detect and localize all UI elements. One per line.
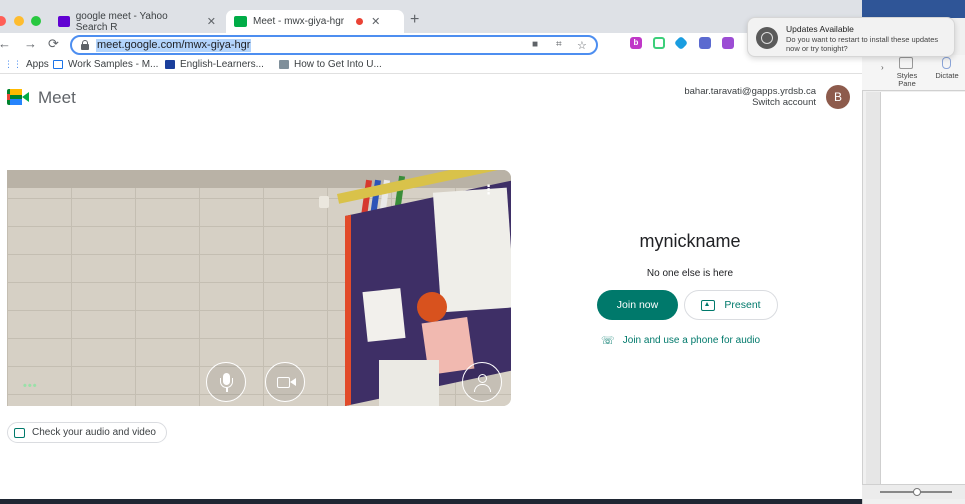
- account-info: bahar.taravati@gapps.yrdsb.ca Switch acc…: [684, 86, 816, 108]
- word-document-page[interactable]: [880, 92, 965, 484]
- browser-toolbar: ← → ⟳ meet.google.com/mwx-giya-hgr ■ ⌗ ☆…: [0, 33, 862, 57]
- apps-grid-icon: ⋮⋮: [4, 59, 22, 69]
- check-audio-video-button[interactable]: Check your audio and video: [7, 422, 167, 443]
- close-tab-icon[interactable]: ✕: [207, 15, 216, 28]
- styles-pane-icon[interactable]: [899, 57, 913, 69]
- zoom-window-button[interactable]: [31, 16, 41, 26]
- person-effects-icon: [478, 374, 487, 383]
- dictate-icon[interactable]: [942, 57, 951, 69]
- check-label: Check your audio and video: [32, 427, 156, 438]
- video-preview: ⋮ •••: [7, 170, 511, 406]
- doc-icon: [53, 60, 63, 69]
- avatar[interactable]: B: [826, 85, 850, 109]
- close-tab-icon[interactable]: ✕: [371, 15, 380, 28]
- check-device-icon: [14, 427, 25, 438]
- tab-yahoo-search[interactable]: google meet - Yahoo Search R ✕: [50, 10, 224, 33]
- camera-indicator-icon[interactable]: ■: [532, 39, 538, 50]
- forward-icon[interactable]: →: [24, 36, 37, 51]
- recording-dot-icon: [356, 18, 364, 25]
- bookmark-english-learners[interactable]: English-Learners...: [165, 59, 264, 70]
- extension-diamond-icon[interactable]: [673, 35, 689, 51]
- bookmark-work-samples[interactable]: Work Samples - M...: [53, 59, 158, 70]
- join-by-phone-link[interactable]: ☏ Join and use a phone for audio: [601, 334, 760, 347]
- software-update-icon: [756, 27, 778, 49]
- background-effects-button[interactable]: [462, 362, 502, 402]
- notification-body: Do you want to restart to install these …: [786, 35, 939, 53]
- switch-account-link[interactable]: Switch account: [684, 97, 816, 108]
- extension-b-icon[interactable]: b: [630, 37, 642, 49]
- lock-icon: [81, 40, 89, 50]
- tab-meet[interactable]: Meet - mwx-giya-hgr ✕: [226, 10, 404, 33]
- more-options-icon[interactable]: ⋮: [482, 182, 495, 198]
- tab-title: Meet - mwx-giya-hgr: [253, 16, 345, 27]
- word-title-bar: [862, 0, 965, 18]
- meet-logo-icon: [7, 89, 29, 105]
- word-ribbon: › Styles Pane Dictate: [862, 55, 965, 91]
- present-button[interactable]: Present: [684, 290, 778, 320]
- close-window-button[interactable]: [0, 16, 6, 26]
- account-email: bahar.taravati@gapps.yrdsb.ca: [684, 86, 816, 97]
- display-name: mynickname: [639, 231, 741, 251]
- bookmark-apps[interactable]: ⋮⋮ Apps: [4, 59, 49, 70]
- update-notification[interactable]: Updates Available Do you want to restart…: [747, 17, 955, 57]
- join-now-button[interactable]: Join now: [597, 290, 678, 320]
- thumbnail-icon: [279, 60, 289, 69]
- bookmarks-bar: ⋮⋮ Apps Work Samples - M... English-Lear…: [0, 57, 862, 74]
- meeting-status: No one else is here: [646, 268, 734, 279]
- audio-level-icon: •••: [23, 380, 38, 392]
- product-name: Meet: [38, 88, 76, 107]
- new-tab-icon[interactable]: +: [410, 11, 419, 29]
- extension-grammar-icon[interactable]: [653, 37, 665, 49]
- bookmark-how-to-get-into[interactable]: How to Get Into U...: [279, 59, 382, 70]
- extension-puzzle-icon[interactable]: [722, 37, 734, 49]
- site-icon: [165, 60, 175, 69]
- bookmark-label: English-Learners...: [180, 59, 264, 70]
- bookmark-label: Apps: [26, 59, 49, 70]
- phone-icon: ☏: [601, 335, 615, 347]
- phone-label: Join and use a phone for audio: [622, 335, 761, 346]
- notification-title: Updates Available: [786, 24, 854, 34]
- camera-icon: [277, 377, 290, 388]
- url-text[interactable]: meet.google.com/mwx-giya-hgr: [96, 39, 252, 52]
- bookmark-label: How to Get Into U...: [294, 59, 382, 70]
- extension-clipper-icon[interactable]: [699, 37, 711, 49]
- styles-pane-label[interactable]: Styles Pane: [892, 72, 922, 88]
- word-ruler: [866, 92, 880, 484]
- screen: google meet - Yahoo Search R ✕ Meet - mw…: [0, 0, 965, 504]
- tab-title: google meet - Yahoo Search R: [75, 10, 168, 33]
- qr-code-icon[interactable]: ⌗: [556, 39, 562, 50]
- meet-page: Meet bahar.taravati@gapps.yrdsb.ca Switc…: [0, 75, 862, 499]
- reload-icon[interactable]: ⟳: [48, 36, 59, 52]
- meet-favicon-icon: [234, 16, 247, 27]
- minimize-window-button[interactable]: [14, 16, 24, 26]
- bookmark-label: Work Samples - M...: [68, 59, 159, 70]
- camera-toggle-button[interactable]: [265, 362, 305, 402]
- browser-tabstrip: google meet - Yahoo Search R ✕ Meet - mw…: [0, 0, 862, 33]
- ribbon-expand-icon[interactable]: ›: [881, 63, 884, 72]
- present-screen-icon: [701, 299, 716, 311]
- yahoo-favicon-icon: [58, 16, 70, 27]
- dock-strip: [0, 499, 862, 504]
- address-bar[interactable]: meet.google.com/mwx-giya-hgr ■ ⌗ ☆: [70, 35, 598, 55]
- back-icon[interactable]: ←: [0, 36, 11, 51]
- mic-toggle-button[interactable]: [206, 362, 246, 402]
- dictate-label[interactable]: Dictate: [932, 72, 962, 80]
- bookmark-star-icon[interactable]: ☆: [577, 39, 587, 52]
- zoom-slider-knob[interactable]: [913, 488, 921, 496]
- present-label: Present: [724, 299, 761, 311]
